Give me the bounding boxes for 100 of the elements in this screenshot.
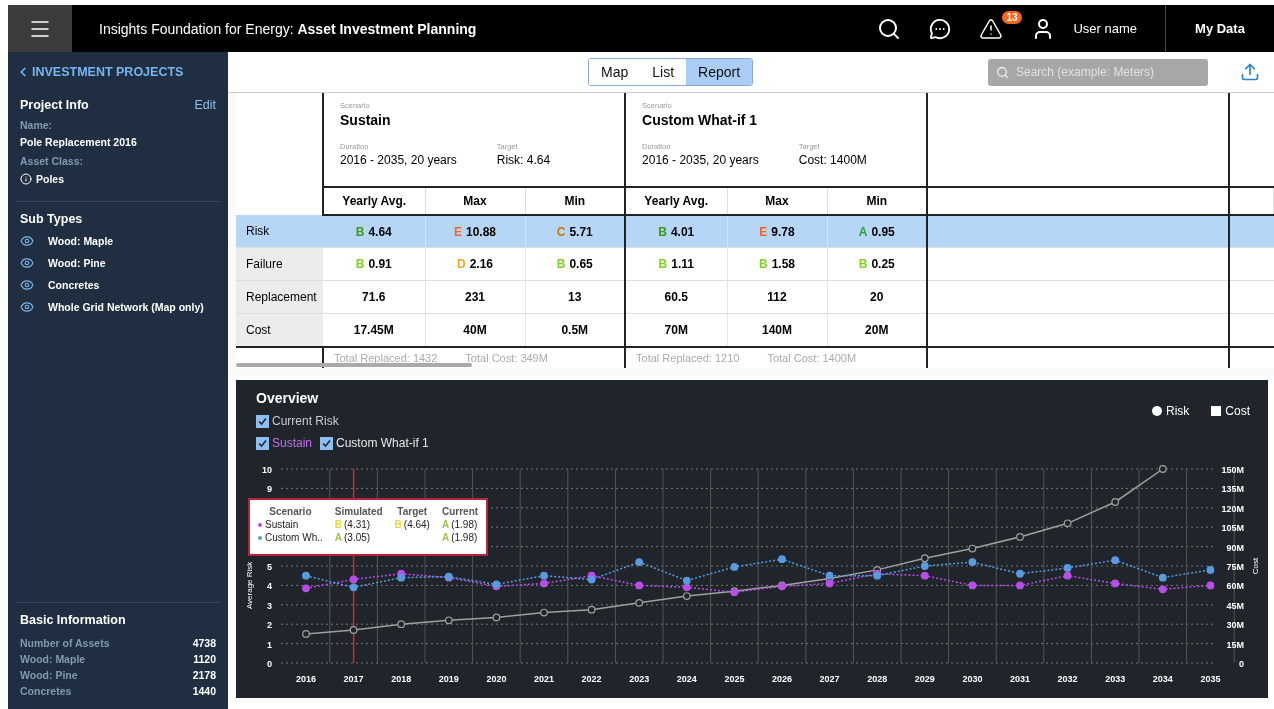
legend-item: Risk (1151, 404, 1190, 418)
total-replaced: Total Replaced: 1432 (334, 352, 438, 364)
axis-tick-label: 2023 (629, 674, 650, 684)
table-cell: 40M (425, 313, 525, 347)
axis-tick-label: 2021 (534, 674, 554, 684)
axis-tick-label: 2030 (962, 674, 983, 684)
grade-letter: B (355, 224, 365, 239)
grade-value: (1.98) (451, 519, 478, 530)
cell-value: 1.11 (671, 257, 694, 271)
axis-tick-label: 150M (1221, 465, 1244, 475)
axis-tick-label: 9 (267, 484, 272, 495)
axis-tick-label: 3 (267, 600, 272, 611)
tooltip-scenario: Custom Wh.. (258, 532, 323, 543)
cell-value: 9.78 (771, 224, 795, 239)
section-heading: Sub Types (20, 212, 84, 226)
axis-tick-label: 2022 (581, 674, 602, 684)
section-heading: Project Info (20, 98, 89, 112)
grade-letter: A (441, 519, 450, 530)
axis-tick-label: 4 (267, 581, 272, 592)
grade-value: (3.05) (344, 532, 371, 543)
grade-letter: D (457, 257, 466, 271)
axis-tick-label: 30M (1226, 620, 1244, 631)
info-label: Wood: Maple (20, 653, 86, 665)
tooltip-scenario: Sustain (258, 519, 323, 530)
axis-tick-label: 1 (267, 639, 272, 650)
table-cell: 112 (727, 280, 828, 314)
cell-value: 0.95 (871, 224, 895, 239)
axis-tick-label: 135M (1221, 484, 1244, 495)
cell-value: 10.88 (466, 224, 496, 239)
axis-tick-label: 2019 (438, 674, 459, 684)
grade-letter: B (759, 257, 768, 271)
axis-tick-label: 2017 (343, 674, 364, 684)
total-cost: Total Cost: 349M (465, 352, 548, 364)
axis-tick-label: 60M (1226, 581, 1244, 592)
cell-value: 0.65 (569, 257, 593, 271)
axis-title: Average Risk (245, 561, 254, 610)
axis-tick-label: 120M (1221, 503, 1244, 514)
axis-tick-label: 75M (1226, 562, 1244, 572)
grade-letter: A (441, 532, 450, 543)
axis-tick-label: 2026 (772, 674, 792, 684)
scenario-name: Sustain (340, 112, 392, 128)
alert-count: 13 (1002, 10, 1022, 24)
info-value: 1120 (193, 653, 216, 665)
legend-item: Cost (1211, 404, 1250, 418)
grade-letter: A (858, 224, 868, 239)
info-value: 4738 (192, 637, 216, 649)
axis-tick-label: 45M (1226, 600, 1244, 611)
field-value: Poles (36, 173, 64, 185)
grade-letter: E (453, 224, 462, 239)
field-value: Risk: 4.64 (496, 153, 551, 167)
axis-tick-label: 5 (267, 562, 272, 572)
tooltip-header: Current (441, 506, 479, 517)
table-cell: 60.5 (625, 280, 728, 314)
grade-letter: B (334, 519, 343, 530)
section-heading: Basic Information (20, 613, 127, 627)
axis-tick-label: 10 (262, 465, 272, 475)
cell-value: 0.25 (871, 257, 895, 271)
axis-tick-label: 0 (1239, 659, 1244, 669)
info-label: Concretes (20, 685, 72, 697)
axis-tick-label: 2018 (391, 674, 412, 684)
sub-type-label: Whole Grid Network (Map only) (48, 301, 204, 313)
table-cell: 71.6 (323, 280, 425, 314)
field-value: 2016 - 2035, 20 years (340, 153, 457, 167)
table-cell: 20M (827, 313, 928, 347)
grade-letter: B (394, 519, 402, 530)
grade-letter: B (556, 257, 566, 271)
field-label: Asset Class: (20, 155, 85, 167)
axis-tick-label: 2028 (867, 674, 888, 684)
info-value: 2178 (192, 669, 216, 681)
series-label: Current Risk (272, 414, 339, 428)
total-cost: Total Cost: 1400M (767, 352, 857, 364)
cell-value: 0.91 (368, 257, 392, 271)
table-cell: 140M (727, 313, 828, 347)
grade-letter: B (658, 224, 667, 239)
grade-value: (4.31) (344, 519, 371, 530)
table-cell: 13 (525, 280, 626, 314)
field-value: Cost: 1400M (798, 153, 867, 167)
sub-type-label: Concretes (48, 279, 100, 291)
table-cell: 20 (827, 280, 928, 314)
field-value: Pole Replacement 2016 (20, 136, 138, 148)
table-cell: 70M (625, 313, 728, 347)
grade-letter: B (355, 257, 365, 271)
axis-tick-label: 105M (1221, 523, 1244, 534)
grade-letter: B (858, 257, 868, 271)
table-cell: 231 (425, 280, 525, 314)
grade-letter: E (759, 224, 768, 239)
axis-tick-label: 2016 (296, 674, 316, 684)
axis-tick-label: 2032 (1057, 674, 1078, 684)
grade-letter: B (658, 257, 668, 271)
series-label: Custom What-if 1 (336, 436, 429, 450)
sub-type-label: Wood: Maple (48, 235, 114, 247)
axis-tick-label: 2029 (914, 674, 935, 684)
grade-letter: C (556, 224, 566, 239)
info-label: Wood: Pine (20, 669, 78, 681)
table-cell: 17.45M (323, 313, 425, 347)
axis-tick-label: 2033 (1105, 674, 1126, 684)
axis-title: Cost (1251, 557, 1260, 575)
axis-tick-label: 2024 (676, 674, 697, 684)
axis-tick-label: 2035 (1200, 674, 1221, 684)
cell-value: 1.58 (771, 257, 796, 271)
